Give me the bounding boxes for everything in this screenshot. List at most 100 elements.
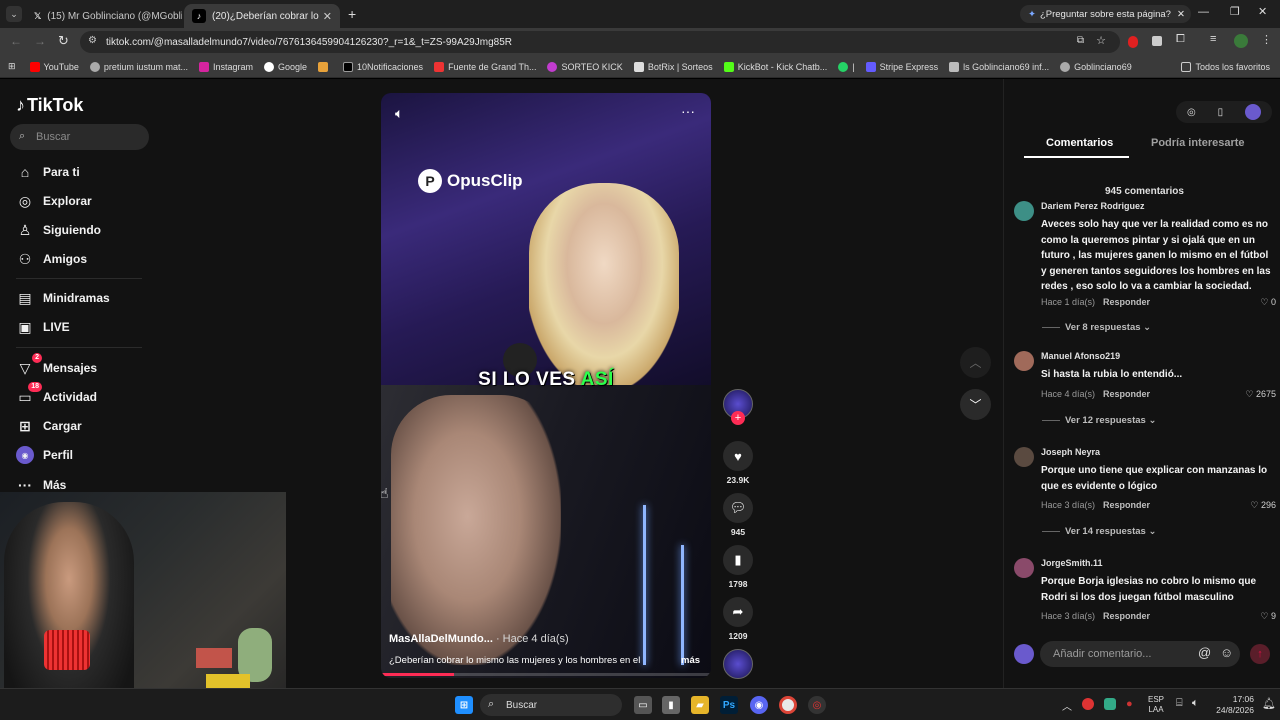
avatar[interactable]	[1245, 104, 1262, 120]
volume-icon[interactable]: 🔈︎	[1192, 697, 1199, 710]
install-icon[interactable]: ⧉	[1077, 35, 1084, 46]
tray-app-icon[interactable]: ●	[1126, 698, 1133, 710]
like-button[interactable]: ♥ 23.9K	[723, 441, 753, 485]
nav-cargar[interactable]: ⊞ Cargar	[16, 417, 82, 435]
tab-search-button[interactable]: ⌄	[6, 6, 22, 22]
next-video-button[interactable]: ﹀	[960, 389, 991, 420]
bookmark-goblinciano69[interactable]: Goblinciano69	[1060, 61, 1132, 72]
nav-actividad[interactable]: ▭ 18 Actividad	[16, 382, 97, 406]
menu-icon[interactable]: ⋮	[1261, 33, 1272, 46]
comment-username[interactable]: Joseph Neyra	[1041, 447, 1100, 457]
close-chip-icon[interactable]: ✕	[1177, 9, 1185, 20]
comment-username[interactable]: JorgeSmith.11	[1041, 558, 1103, 568]
reply-button[interactable]: Responder	[1103, 611, 1150, 621]
bookmark-pretium[interactable]: pretium iustum mat...	[89, 61, 188, 72]
network-icon[interactable]: ⌸	[1176, 697, 1183, 710]
tray-app-icon[interactable]	[1104, 698, 1116, 710]
save-button[interactable]: ▮ 1798	[723, 545, 753, 589]
close-tab-icon[interactable]: ✕	[323, 10, 332, 23]
comment-like-button[interactable]: ♡ 0	[1260, 297, 1276, 308]
comment-username[interactable]: Dariem Perez Rodriguez	[1041, 201, 1145, 211]
extension-icon[interactable]	[1128, 36, 1138, 48]
bookmark-sorteo-kick[interactable]: SORTEO KICK	[547, 61, 623, 72]
photoshop-icon[interactable]: Ps	[720, 696, 738, 714]
bookmark-instagram[interactable]: Instagram	[198, 61, 253, 72]
nav-perfil[interactable]: ◉ Perfil	[16, 446, 73, 464]
comment-like-button[interactable]: ♡ 9	[1260, 611, 1276, 622]
file-explorer-icon[interactable]: ▰	[691, 696, 709, 714]
close-window-button[interactable]: ✕	[1258, 5, 1267, 18]
discord-icon[interactable]: ◉	[750, 696, 768, 714]
forward-icon[interactable]: →	[34, 34, 46, 48]
previous-video-button[interactable]: ︿	[960, 347, 991, 378]
apps-grid-icon[interactable]: ⊞	[8, 61, 16, 72]
reload-icon[interactable]: ↻	[58, 33, 69, 49]
nav-mensajes[interactable]: ▽ 2 Mensajes	[16, 353, 97, 377]
bookmark-whatsapp[interactable]: |	[838, 61, 855, 72]
comment-like-button[interactable]: ♡ 296	[1250, 500, 1276, 511]
nav-explorar[interactable]: ◎ Explorar	[16, 192, 92, 210]
start-button[interactable]: ⊞	[455, 696, 473, 714]
video-player[interactable]: 🔈︎ ··· P OpusClip SI LO VES ASÍ MasAllaD…	[381, 93, 711, 678]
avatar[interactable]	[1014, 201, 1034, 221]
sound-disc[interactable]	[723, 649, 753, 679]
bookmark-star-icon[interactable]: ☆	[1096, 34, 1106, 47]
volume-icon[interactable]: 🔈︎	[395, 105, 403, 122]
nav-live[interactable]: ▣ LIVE	[16, 318, 69, 336]
clock[interactable]: 17:06 24/8/2026	[1210, 694, 1254, 716]
notification-icon[interactable]: 🔔︎	[1262, 697, 1276, 710]
language-indicator[interactable]: ESP LAA	[1148, 695, 1164, 715]
app-icon[interactable]: ◎	[808, 696, 826, 714]
bookmark-pinwheel[interactable]	[318, 61, 332, 72]
tiktok-logo[interactable]: ♪ TikTok	[16, 95, 83, 116]
chrome-icon[interactable]	[779, 696, 797, 714]
nav-minidramas[interactable]: ▤ Minidramas	[16, 289, 109, 307]
bookmark-stripe[interactable]: Stripe Express	[865, 61, 938, 72]
minimize-button[interactable]: —	[1198, 6, 1209, 18]
view-replies-button[interactable]: Ver 8 respuestas ⌄	[1042, 322, 1151, 333]
creator-avatar[interactable]: +	[723, 389, 753, 425]
avatar[interactable]	[1014, 558, 1034, 578]
device-icon[interactable]: ▯	[1218, 107, 1224, 118]
avatar[interactable]	[1014, 447, 1034, 467]
mention-icon[interactable]: @	[1198, 645, 1211, 660]
taskbar-search[interactable]: ⌕ Buscar	[480, 694, 622, 716]
share-button[interactable]: ➦ 1209	[723, 597, 753, 641]
bookmark-youtube[interactable]: YouTube	[29, 61, 79, 72]
maximize-button[interactable]: ❐	[1230, 5, 1240, 18]
video-progress-bar[interactable]	[381, 673, 711, 676]
tray-app-icon[interactable]	[1082, 698, 1094, 710]
extensions-puzzle-icon[interactable]: ⧠	[1176, 33, 1185, 46]
nav-siguiendo[interactable]: ♙ Siguiendo	[16, 221, 101, 239]
tab-podria-interesarte[interactable]: Podría interesarte	[1151, 137, 1245, 149]
comment-like-button[interactable]: ♡ 2675	[1245, 389, 1276, 400]
profile-avatar[interactable]	[1234, 34, 1248, 48]
nav-amigos[interactable]: ⚇ Amigos	[16, 250, 87, 268]
tab-mr-goblinciano[interactable]: 𝕏 (15) Mr Goblinciano (@MGoblin ✕	[26, 4, 182, 28]
avatar[interactable]	[1014, 351, 1034, 371]
ask-page-chip[interactable]: ✦ ¿Preguntar sobre esta página? ✕	[1020, 5, 1191, 23]
comment-username[interactable]: Manuel Afonso219	[1041, 351, 1120, 361]
reply-button[interactable]: Responder	[1103, 500, 1150, 510]
video-more-icon[interactable]: ···	[681, 103, 695, 119]
bookmark-kickbot[interactable]: KickBot - Kick Chatb...	[723, 61, 827, 72]
task-view-icon[interactable]: ▭	[634, 696, 652, 714]
app-icon[interactable]: ▮	[662, 696, 680, 714]
video-author[interactable]: MasAllaDelMundo... · Hace 4 día(s)	[389, 633, 569, 645]
nav-para-ti[interactable]: ⌂ Para ti	[16, 163, 80, 181]
view-replies-button[interactable]: Ver 14 respuestas ⌄	[1042, 526, 1156, 537]
bookmark-grand-theft[interactable]: Fuente de Grand Th...	[434, 61, 536, 72]
tray-chevron-icon[interactable]: ︿	[1062, 698, 1072, 713]
view-replies-button[interactable]: Ver 12 respuestas ⌄	[1042, 415, 1156, 426]
bookmark-google[interactable]: Google	[263, 61, 307, 72]
description-more-link[interactable]: más	[681, 655, 700, 666]
emoji-icon[interactable]: ☺	[1220, 645, 1233, 660]
bookmark-goblinciano-info[interactable]: ls Goblinciano69 inf...	[949, 61, 1049, 72]
tab-comentarios[interactable]: Comentarios	[1046, 137, 1113, 149]
site-info-icon[interactable]: ⚙	[88, 35, 97, 46]
send-comment-button[interactable]: ↑	[1250, 644, 1270, 664]
all-bookmarks[interactable]: Todos los favoritos	[1181, 61, 1270, 72]
search-input[interactable]: ⌕ Buscar	[10, 124, 149, 150]
bookmark-notifications[interactable]: 10Notificaciones	[343, 61, 423, 72]
back-icon[interactable]: ←	[10, 34, 22, 48]
